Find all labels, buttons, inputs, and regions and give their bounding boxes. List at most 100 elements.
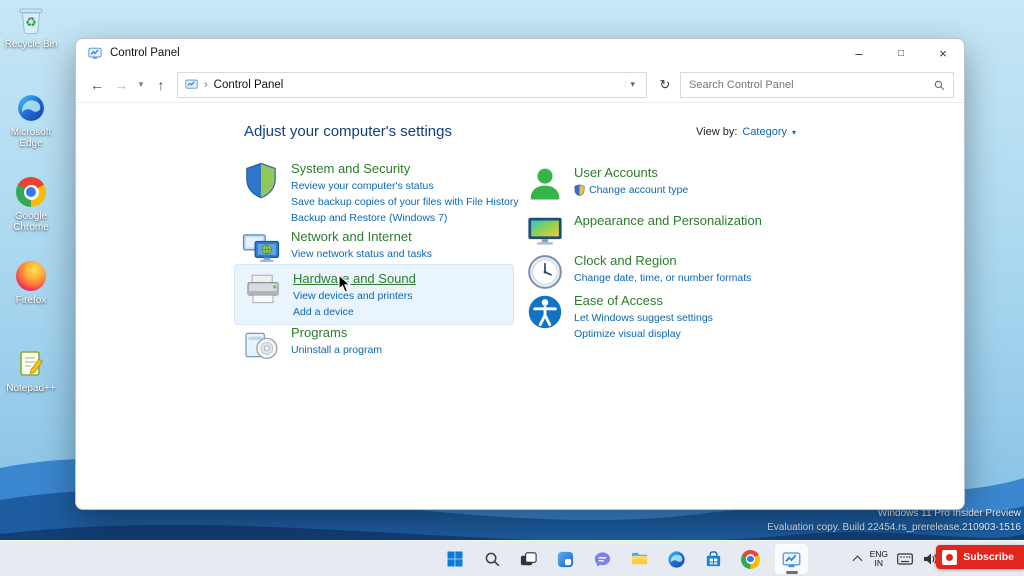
desktop-icon-edge[interactable]: Microsoft Edge xyxy=(2,92,60,149)
search-box[interactable] xyxy=(680,71,954,98)
category-link[interactable]: Add a device xyxy=(293,306,416,318)
file-explorer-icon xyxy=(631,552,648,564)
category-programs[interactable]: Programs Uninstall a program xyxy=(241,325,382,365)
category-ease-of-access[interactable]: Ease of Access Let Windows suggest setti… xyxy=(526,293,713,340)
category-clock-and-region[interactable]: Clock and Region Change date, time, or n… xyxy=(526,253,751,291)
search-icon xyxy=(485,552,499,567)
touch-keyboard-icon[interactable] xyxy=(897,553,913,565)
chrome-icon xyxy=(741,549,760,569)
view-by-value[interactable]: Category xyxy=(742,126,787,138)
personalization-monitor-icon xyxy=(526,213,564,251)
category-title[interactable]: Appearance and Personalization xyxy=(574,213,762,228)
subscribe-label: Subscribe xyxy=(963,551,1014,563)
recycle-bin-icon: ♻ xyxy=(15,4,47,36)
page-title: Adjust your computer's settings xyxy=(244,123,452,140)
category-link[interactable]: View devices and printers xyxy=(293,290,416,302)
file-explorer-button[interactable] xyxy=(622,543,657,575)
taskbar-chrome-button[interactable] xyxy=(733,543,768,575)
category-title[interactable]: Clock and Region xyxy=(574,253,751,268)
task-view-icon xyxy=(520,551,537,565)
category-system-and-security[interactable]: System and Security Review your computer… xyxy=(241,161,519,224)
breadcrumb-location-icon xyxy=(185,78,198,91)
category-link[interactable]: Let Windows suggest settings xyxy=(574,312,713,324)
category-hardware-and-sound[interactable]: Hardware and Sound View devices and prin… xyxy=(235,265,513,324)
taskbar-control-panel-button[interactable] xyxy=(774,543,809,575)
category-title[interactable]: Programs xyxy=(291,325,382,340)
desktop-icon-label: Microsoft Edge xyxy=(10,127,52,149)
edge-icon xyxy=(15,92,47,124)
category-network-and-internet[interactable]: Network and Internet View network status… xyxy=(241,229,432,269)
view-by-control[interactable]: View by: Category ▾ xyxy=(696,126,796,138)
view-by-caret-icon[interactable]: ▾ xyxy=(792,128,796,137)
desktop-icon-label: Firefox xyxy=(15,295,47,306)
firefox-icon xyxy=(15,260,47,292)
chat-bubble-icon xyxy=(594,551,611,567)
store-bag-icon xyxy=(706,550,721,566)
category-title[interactable]: Ease of Access xyxy=(574,293,713,308)
breadcrumb-segment-control-panel[interactable]: Control Panel xyxy=(214,79,284,91)
control-panel-window: Control Panel – □ × ← → ▾ ↑ › Control Pa… xyxy=(75,38,965,510)
network-monitors-icon xyxy=(241,229,281,269)
category-link-label: Change account type xyxy=(589,184,689,196)
desktop-icon-notepadpp[interactable]: Notepad++ xyxy=(2,348,60,394)
address-dropdown-caret-icon[interactable]: ▾ xyxy=(625,79,639,90)
category-link[interactable]: Backup and Restore (Windows 7) xyxy=(291,212,519,224)
taskbar: ENG IN xyxy=(0,540,1024,576)
category-link[interactable]: Change date, time, or number formats xyxy=(574,272,751,284)
breadcrumb-chevron: › xyxy=(204,78,208,91)
category-link[interactable]: Optimize visual display xyxy=(574,328,713,340)
notepadpp-icon xyxy=(15,348,47,380)
watermark-line2: Evaluation copy. Build 22454.rs_prerelea… xyxy=(767,522,1021,533)
widgets-button[interactable] xyxy=(548,543,583,575)
desktop-icon-label: Recycle Bin xyxy=(4,39,58,50)
clock-icon xyxy=(526,253,564,291)
forward-button[interactable]: → xyxy=(110,73,132,97)
uac-shield-icon xyxy=(574,184,585,196)
desktop-icon-chrome[interactable]: Google Chrome xyxy=(2,176,60,233)
widgets-icon xyxy=(557,551,574,567)
view-by-label: View by: xyxy=(696,126,738,138)
chat-button[interactable] xyxy=(585,543,620,575)
minimize-button[interactable]: – xyxy=(838,39,880,67)
recycle-symbol: ♻ xyxy=(25,14,37,30)
titlebar[interactable]: Control Panel – □ × xyxy=(76,39,964,67)
taskbar-edge-button[interactable] xyxy=(659,543,694,575)
control-panel-search-input[interactable] xyxy=(689,78,927,91)
category-user-accounts[interactable]: User Accounts Change account type xyxy=(526,165,688,203)
recent-pages-caret-icon[interactable]: ▾ xyxy=(134,73,148,97)
start-button[interactable] xyxy=(437,543,472,575)
ease-of-access-icon xyxy=(526,293,564,331)
close-button[interactable]: × xyxy=(922,39,964,67)
maximize-button[interactable]: □ xyxy=(880,39,922,67)
category-link[interactable]: Save backup copies of your files with Fi… xyxy=(291,196,519,208)
language-indicator[interactable]: ENG IN xyxy=(870,550,888,568)
category-title[interactable]: System and Security xyxy=(291,161,519,176)
category-title[interactable]: Hardware and Sound xyxy=(293,271,416,286)
category-link[interactable]: Change account type xyxy=(574,184,688,196)
hidden-icons-chevron-icon[interactable] xyxy=(852,555,863,566)
desktop-icon-recycle-bin[interactable]: ♻ Recycle Bin xyxy=(2,4,60,50)
window-title: Control Panel xyxy=(110,47,180,59)
windows-logo-icon xyxy=(447,551,462,567)
back-button[interactable]: ← xyxy=(86,73,108,97)
category-title[interactable]: User Accounts xyxy=(574,165,688,180)
search-icon xyxy=(933,79,945,91)
store-button[interactable] xyxy=(696,543,731,575)
category-link[interactable]: View network status and tasks xyxy=(291,248,432,260)
task-view-button[interactable] xyxy=(511,543,546,575)
category-link[interactable]: Review your computer's status xyxy=(291,180,519,192)
security-shield-icon xyxy=(241,161,281,201)
up-button[interactable]: ↑ xyxy=(150,73,172,97)
user-accounts-icon xyxy=(526,165,564,203)
breadcrumb[interactable]: › Control Panel ▾ xyxy=(177,71,647,98)
category-appearance-personalization[interactable]: Appearance and Personalization xyxy=(526,213,762,251)
taskbar-search-button[interactable] xyxy=(474,543,509,575)
subscribe-button[interactable]: Subscribe xyxy=(936,545,1024,569)
control-panel-window-icon xyxy=(88,46,102,60)
language-line2: IN xyxy=(874,558,884,568)
category-link[interactable]: Uninstall a program xyxy=(291,344,382,356)
category-title[interactable]: Network and Internet xyxy=(291,229,432,244)
refresh-button[interactable]: ↻ xyxy=(652,72,678,98)
desktop-icon-label: Notepad++ xyxy=(6,383,56,394)
desktop-icon-firefox[interactable]: Firefox xyxy=(2,260,60,306)
